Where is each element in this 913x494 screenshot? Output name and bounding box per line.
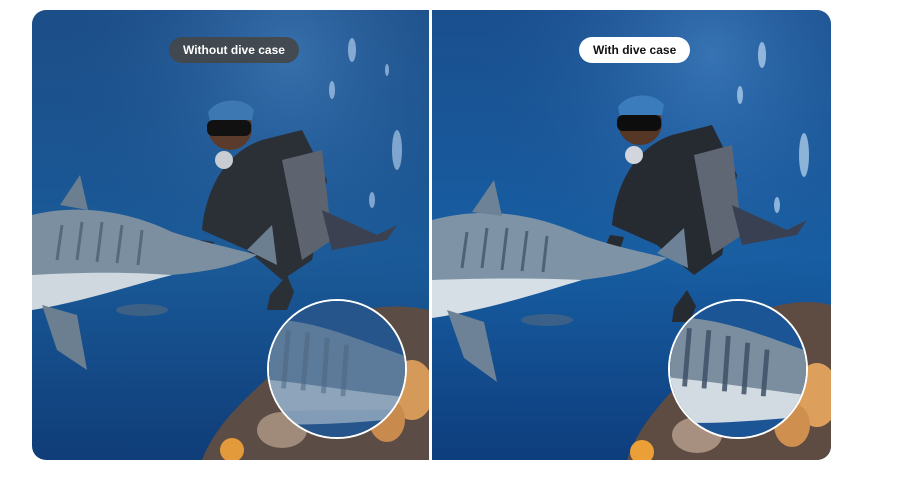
magnifier-circle-icon (670, 301, 806, 437)
panel-without-dive-case: Without dive case (32, 10, 429, 460)
comparison-image: Without dive case With dive case (32, 10, 831, 460)
with-dive-case-label: With dive case (579, 37, 691, 63)
without-dive-case-label: Without dive case (169, 37, 299, 63)
panel-with-dive-case: With dive case (432, 10, 831, 460)
zoom-circle-with (668, 299, 808, 439)
zoom-circle-without (267, 299, 407, 439)
magnifier-circle-icon (269, 301, 405, 437)
